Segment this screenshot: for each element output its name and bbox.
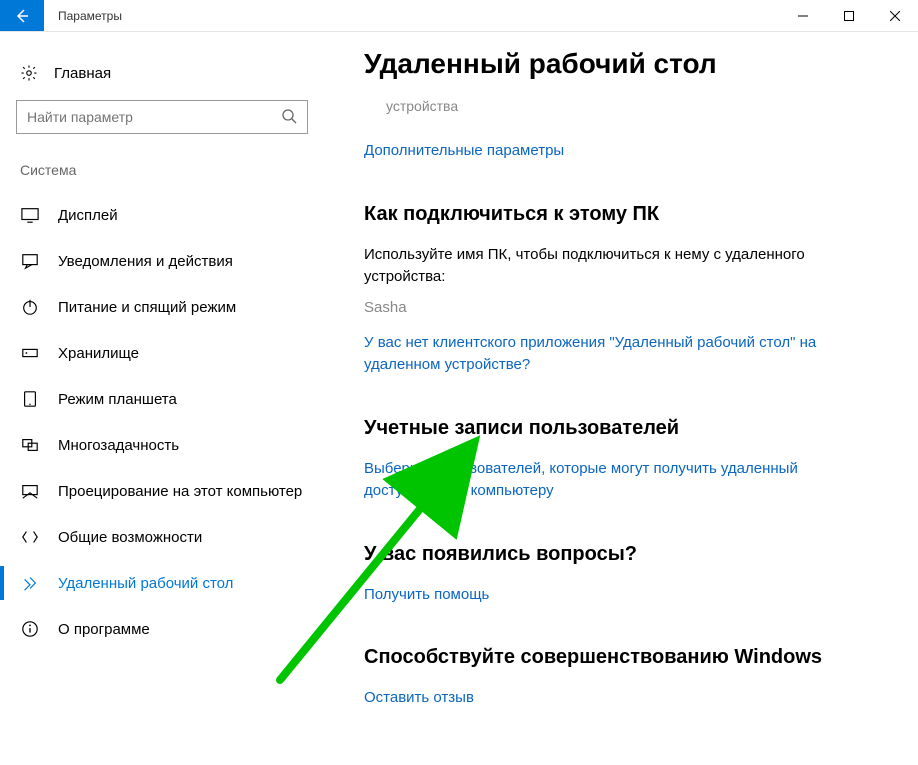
- titlebar: Параметры: [0, 0, 918, 32]
- section-connect: Как подключиться к этому ПК: [364, 203, 894, 226]
- page-title: Удаленный рабочий стол: [364, 48, 894, 80]
- notifications-icon: [20, 252, 40, 270]
- home-label: Главная: [54, 65, 111, 82]
- sidebar-item-label: Общие возможности: [58, 529, 202, 546]
- connect-text: Используйте имя ПК, чтобы подключиться к…: [364, 244, 844, 289]
- sidebar-item-projecting[interactable]: Проецирование на этот компьютер: [16, 468, 326, 514]
- power-icon: [20, 298, 40, 316]
- advanced-settings-link[interactable]: Дополнительные параметры: [364, 140, 894, 163]
- sidebar-item-label: Питание и спящий режим: [58, 299, 236, 316]
- window-title: Параметры: [44, 0, 136, 31]
- sidebar-item-label: О программе: [58, 621, 150, 638]
- select-users-link[interactable]: Выберите пользователей, которые могут по…: [364, 458, 844, 503]
- sidebar-item-remote-desktop[interactable]: Удаленный рабочий стол: [16, 560, 326, 606]
- main-content: Удаленный рабочий стол устройства Дополн…: [336, 32, 918, 765]
- storage-icon: [20, 344, 40, 362]
- arrow-left-icon: [14, 8, 30, 24]
- sidebar-item-shared[interactable]: Общие возможности: [16, 514, 326, 560]
- section-users: Учетные записи пользователей: [364, 417, 894, 440]
- maximize-icon: [844, 11, 854, 21]
- tablet-icon: [20, 390, 40, 408]
- remote-icon: [20, 574, 40, 592]
- section-improve: Способствуйте совершенствованию Windows: [364, 646, 894, 669]
- multitask-icon: [20, 436, 40, 454]
- project-icon: [20, 482, 40, 500]
- info-icon: [20, 620, 40, 638]
- sidebar-item-about[interactable]: О программе: [16, 606, 326, 652]
- maximize-button[interactable]: [826, 0, 872, 31]
- sidebar-item-power[interactable]: Питание и спящий режим: [16, 284, 326, 330]
- sidebar-item-label: Проецирование на этот компьютер: [58, 483, 302, 500]
- close-icon: [890, 11, 900, 21]
- home-nav[interactable]: Главная: [16, 58, 326, 100]
- sidebar-item-label: Многозадачность: [58, 437, 179, 454]
- close-button[interactable]: [872, 0, 918, 31]
- get-help-link[interactable]: Получить помощь: [364, 584, 894, 607]
- search-input[interactable]: [27, 109, 281, 125]
- gear-icon: [20, 64, 38, 82]
- sidebar-item-storage[interactable]: Хранилище: [16, 330, 326, 376]
- sidebar: Главная Система Дисплей Уведомления и де…: [16, 32, 336, 765]
- no-client-link[interactable]: У вас нет клиентского приложения "Удален…: [364, 332, 844, 377]
- section-faq: У вас появились вопросы?: [364, 543, 894, 566]
- sidebar-item-label: Удаленный рабочий стол: [58, 575, 233, 592]
- device-subtext: устройства: [386, 98, 894, 114]
- shared-icon: [20, 528, 40, 546]
- sidebar-item-label: Режим планшета: [58, 391, 177, 408]
- sidebar-group-label: Система: [16, 162, 326, 192]
- display-icon: [20, 206, 40, 224]
- minimize-icon: [798, 11, 808, 21]
- feedback-link[interactable]: Оставить отзыв: [364, 687, 894, 710]
- sidebar-item-label: Хранилище: [58, 345, 139, 362]
- search-box[interactable]: [16, 100, 308, 134]
- sidebar-item-notifications[interactable]: Уведомления и действия: [16, 238, 326, 284]
- sidebar-item-display[interactable]: Дисплей: [16, 192, 326, 238]
- sidebar-item-label: Дисплей: [58, 207, 118, 224]
- minimize-button[interactable]: [780, 0, 826, 31]
- sidebar-item-multitask[interactable]: Многозадачность: [16, 422, 326, 468]
- sidebar-item-tablet[interactable]: Режим планшета: [16, 376, 326, 422]
- back-button[interactable]: [0, 0, 44, 31]
- sidebar-item-label: Уведомления и действия: [58, 253, 233, 270]
- search-icon: [281, 108, 297, 127]
- pc-name: Sasha: [364, 299, 894, 316]
